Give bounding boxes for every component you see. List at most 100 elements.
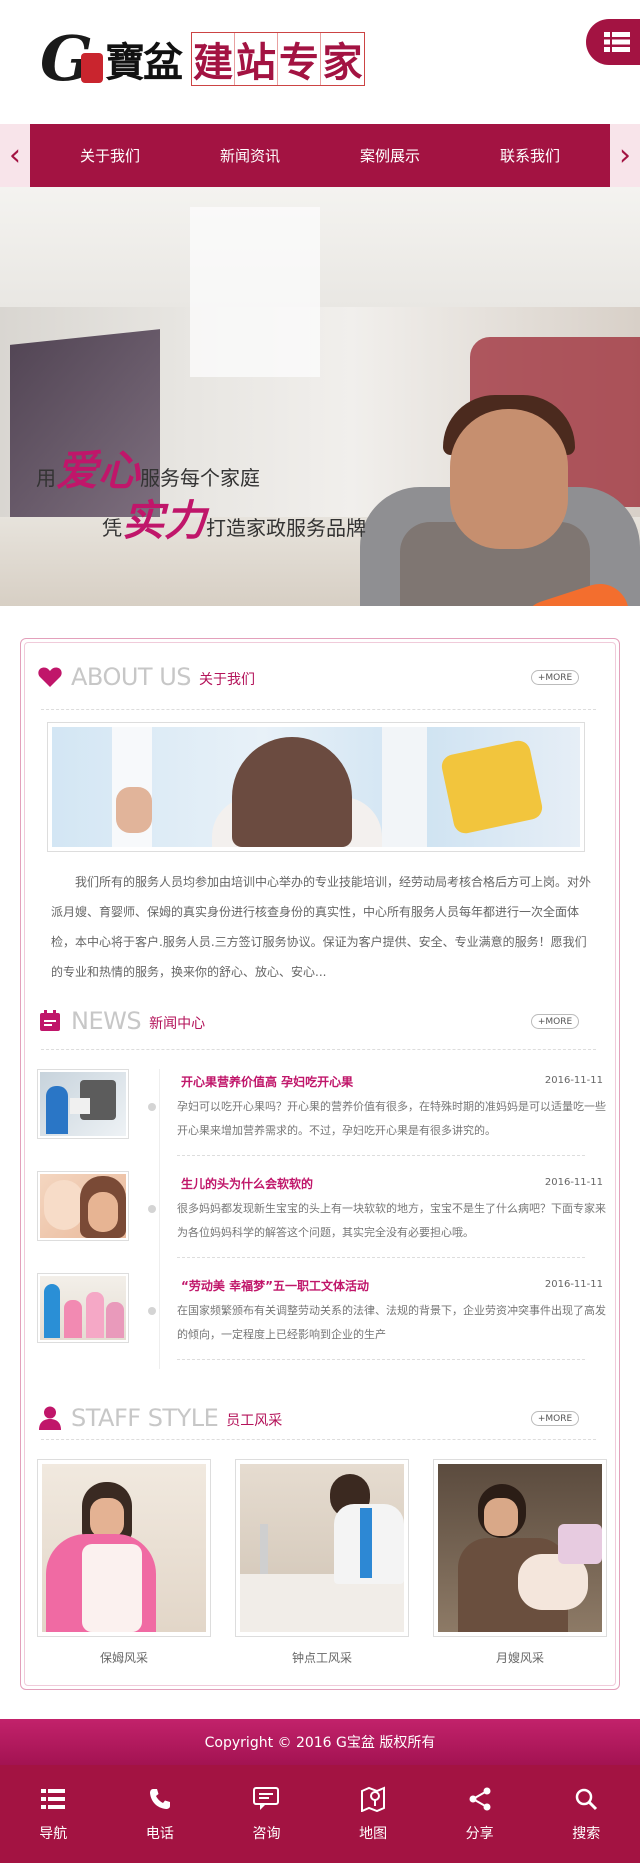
copyright-bar: Copyright © 2016 G宝盆 版权所有	[0, 1719, 640, 1765]
staff-title-en: STAFF STYLE	[71, 1404, 219, 1432]
staff-label: 月嫂风采	[495, 1651, 544, 1665]
news-date: 2016-11-11	[544, 1279, 603, 1290]
slogan-text: 用	[36, 466, 56, 490]
nav-item-news[interactable]: 新闻资讯	[180, 124, 320, 187]
logo-slogan-char: 站	[235, 33, 278, 86]
menu-icon	[604, 32, 630, 52]
slogan-text: 打造家政服务品牌	[206, 516, 367, 540]
chat-icon	[252, 1785, 280, 1813]
logo-slogan-char: 专	[278, 33, 321, 86]
about-header: ABOUT US 关于我们 +MORE	[37, 657, 607, 697]
staff-card[interactable]	[235, 1459, 409, 1637]
nav-item-about[interactable]: 关于我们	[40, 124, 180, 187]
slogan-emphasis: 实力	[122, 496, 207, 545]
banner-window	[190, 207, 320, 377]
news-title[interactable]: 生儿的头为什么会软软的	[181, 1175, 313, 1192]
map-icon	[359, 1785, 387, 1813]
news-item[interactable]: “劳动美 幸福梦”五一职工文体活动 2016-11-11 在国家频繁颁布有关调整…	[37, 1273, 607, 1363]
search-icon	[572, 1785, 600, 1813]
news-description: 孕妇可以吃开心果吗？开心果的营养价值有很多，在特殊时期的准妈妈是可以适量吃一些开…	[177, 1100, 606, 1137]
about-more-button[interactable]: +MORE	[531, 670, 579, 685]
bottom-nav-share[interactable]: 分享	[426, 1765, 533, 1863]
grid-icon	[39, 1785, 67, 1813]
staff-more-button[interactable]: +MORE	[531, 1411, 579, 1426]
nav-item-contact[interactable]: 联系我们	[460, 124, 600, 187]
photo-hand	[116, 787, 152, 833]
bottom-nav-label: 导航	[39, 1826, 68, 1842]
bottom-nav-label: 电话	[145, 1826, 174, 1842]
divider	[177, 1257, 585, 1258]
slogan-text: 凭	[102, 516, 122, 540]
news-photo	[40, 1072, 126, 1136]
chevron-right-icon: ›	[619, 138, 631, 173]
nav-next-button[interactable]: ›	[610, 124, 640, 187]
copyright-text: Copyright © 2016 G宝盆 版权所有	[204, 1735, 436, 1751]
timeline-dot	[148, 1205, 156, 1213]
logo-slogan: 建 站 专 家	[190, 32, 365, 86]
bottom-nav-label: 分享	[465, 1826, 494, 1842]
chevron-left-icon: ‹	[9, 138, 21, 173]
logo-slogan-char: 建	[192, 33, 235, 86]
bottom-nav: 导航 电话 咨询 地图 分享 搜索	[0, 1765, 640, 1863]
logo[interactable]: G 寶盆 建 站 专 家	[40, 26, 420, 92]
staff-title-cn: 员工风采	[226, 1413, 283, 1429]
staff-card[interactable]	[37, 1459, 211, 1637]
news-date: 2016-11-11	[544, 1075, 603, 1086]
bottom-nav-label: 地图	[359, 1826, 388, 1842]
logo-slogan-char: 家	[322, 39, 363, 86]
content-panel: ABOUT US 关于我们 +MORE 我们所有的服务人员均参加由培训中心举办的…	[20, 638, 620, 1690]
staff-photo	[240, 1464, 404, 1632]
timeline-dot	[148, 1103, 156, 1111]
staff-photo	[42, 1464, 206, 1632]
staff-photo	[438, 1464, 602, 1632]
about-title-en: ABOUT US	[71, 663, 192, 691]
logo-brand: 寶盆	[104, 39, 183, 86]
main-nav: ‹ 关于我们 新闻资讯 案例展示 联系我们 ›	[0, 124, 640, 187]
news-title[interactable]: 开心果营养价值高 孕妇吃开心果	[181, 1073, 353, 1090]
banner-slogan-line2: 凭实力打造家政服务品牌	[102, 487, 366, 548]
news-header: NEWS 新闻中心 +MORE	[37, 1001, 607, 1041]
news-item[interactable]: 开心果营养价值高 孕妇吃开心果 2016-11-11 孕妇可以吃开心果吗？开心果…	[37, 1069, 607, 1159]
nav-item-cases[interactable]: 案例展示	[320, 124, 460, 187]
bottom-nav-label: 搜索	[572, 1826, 601, 1842]
photo-cloth	[439, 738, 545, 836]
bottom-nav-map[interactable]: 地图	[320, 1765, 427, 1863]
divider	[177, 1359, 585, 1360]
divider	[41, 1049, 596, 1050]
photo-window	[382, 727, 427, 847]
news-photo	[40, 1174, 126, 1238]
bottom-nav-chat[interactable]: 咨询	[213, 1765, 320, 1863]
about-photo	[52, 727, 580, 847]
divider	[41, 709, 596, 710]
news-more-button[interactable]: +MORE	[531, 1014, 579, 1029]
nav-items: 关于我们 新闻资讯 案例展示 联系我们	[40, 124, 600, 187]
staff-card[interactable]	[433, 1459, 607, 1637]
news-title-cn: 新闻中心	[149, 1016, 206, 1032]
calendar-icon	[37, 1008, 63, 1034]
news-title-en: NEWS	[71, 1007, 142, 1035]
bottom-nav-phone[interactable]: 电话	[107, 1765, 214, 1863]
staff-gallery: 保姆风采 钟点工风采 月嫂风采	[37, 1459, 607, 1665]
share-icon	[466, 1785, 494, 1813]
header: G 寶盆 建 站 专 家	[0, 0, 640, 124]
staff-label: 保姆风采	[99, 1651, 148, 1665]
bottom-nav-search[interactable]: 搜索	[533, 1765, 640, 1863]
photo-woman-hair	[232, 737, 352, 847]
banner-wall	[0, 187, 640, 307]
news-thumbnail[interactable]	[37, 1171, 129, 1241]
bottom-nav-menu[interactable]: 导航	[0, 1765, 107, 1863]
hero-banner[interactable]: 用爱心服务每个家庭 凭实力打造家政服务品牌	[0, 187, 640, 606]
news-item[interactable]: 生儿的头为什么会软软的 2016-11-11 很多妈妈都发现新生宝宝的头上有一块…	[37, 1171, 607, 1261]
banner-woman-face	[450, 409, 568, 549]
divider	[41, 1439, 596, 1440]
news-thumbnail[interactable]	[37, 1069, 129, 1139]
about-image	[47, 722, 585, 852]
divider	[177, 1155, 585, 1156]
news-thumbnail[interactable]	[37, 1273, 129, 1343]
nav-prev-button[interactable]: ‹	[0, 124, 30, 187]
about-text: 我们所有的服务人员均参加由培训中心举办的专业技能培训，经劳动局考核合格后方可上岗…	[51, 875, 592, 979]
news-date: 2016-11-11	[544, 1177, 603, 1188]
menu-button[interactable]	[586, 19, 640, 65]
phone-icon	[146, 1785, 174, 1813]
news-title[interactable]: “劳动美 幸福梦”五一职工文体活动	[181, 1277, 369, 1294]
